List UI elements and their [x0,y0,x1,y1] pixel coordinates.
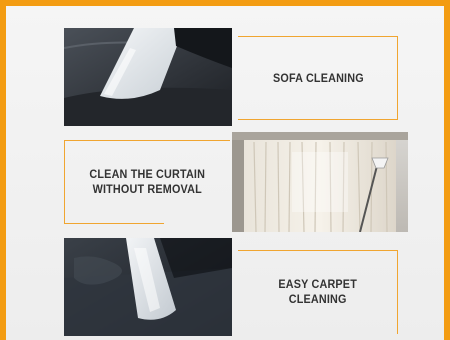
curtain-label-line-2: WITHOUT REMOVAL [92,182,202,196]
carpet-label-line-2: CLEANING [289,292,347,306]
sofa-cleaning-label: SOFA CLEANING [272,70,364,85]
carpet-label-box: EASY CARPET CLEANING [234,250,402,334]
curtain-label-box: CLEAN THE CURTAIN WITHOUT REMOVAL [64,140,230,224]
sofa-label-box: SOFA CLEANING [234,36,402,120]
carpet-cleaning-label: EASY CARPET CLEANING [279,277,358,307]
promo-frame: SOFA CLEANING CLEAN THE CURTAIN WITHOUT … [0,0,450,340]
carpet-label-line-1: EASY CARPET [278,277,358,291]
curtain-cleaning-photo [232,132,408,232]
curtain-label-line-1: CLEAN THE CURTAIN [89,167,205,181]
curtain-cleaning-label: CLEAN THE CURTAIN WITHOUT REMOVAL [89,167,205,197]
carpet-cleaning-photo [64,238,232,336]
sofa-cleaning-photo [64,28,232,126]
